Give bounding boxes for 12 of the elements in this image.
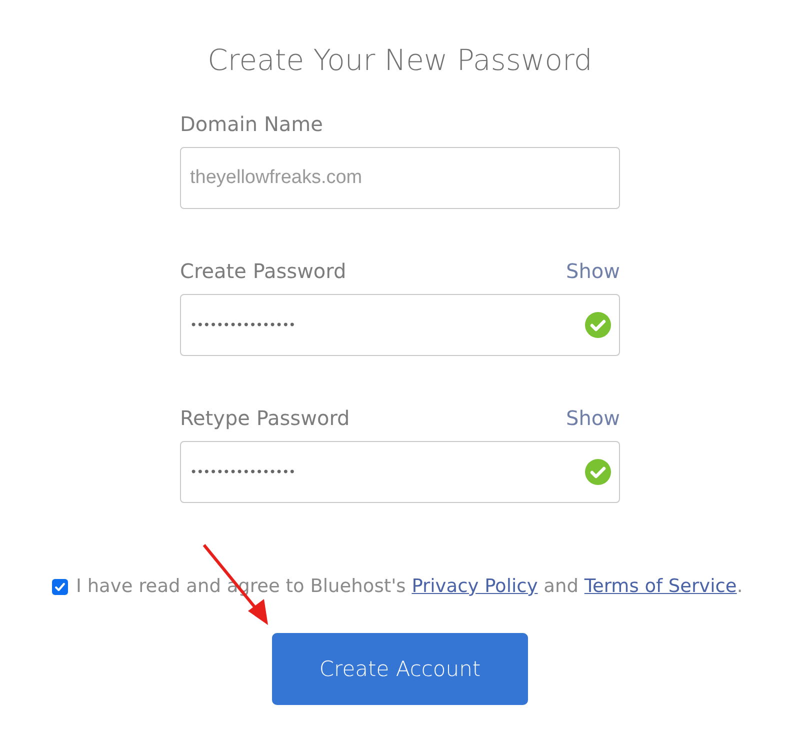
show-link[interactable]: Show <box>566 257 620 285</box>
show-link[interactable]: Show <box>566 404 620 432</box>
password-field[interactable]: •••••••••••••••• <box>180 294 620 356</box>
policy-link[interactable]: Privacy Policy <box>412 576 538 597</box>
policy-link[interactable]: Terms of Service <box>584 576 737 597</box>
page-title: Create Your New Password <box>206 42 594 79</box>
field-label: Retype Password <box>180 405 350 432</box>
password-field[interactable]: •••••••••••••••• <box>180 441 620 503</box>
create-account-button[interactable]: Create Account <box>272 633 528 705</box>
field-label: Create Password <box>180 258 346 285</box>
agree-checkbox[interactable] <box>52 578 68 594</box>
field-label: Domain Name <box>180 111 323 138</box>
